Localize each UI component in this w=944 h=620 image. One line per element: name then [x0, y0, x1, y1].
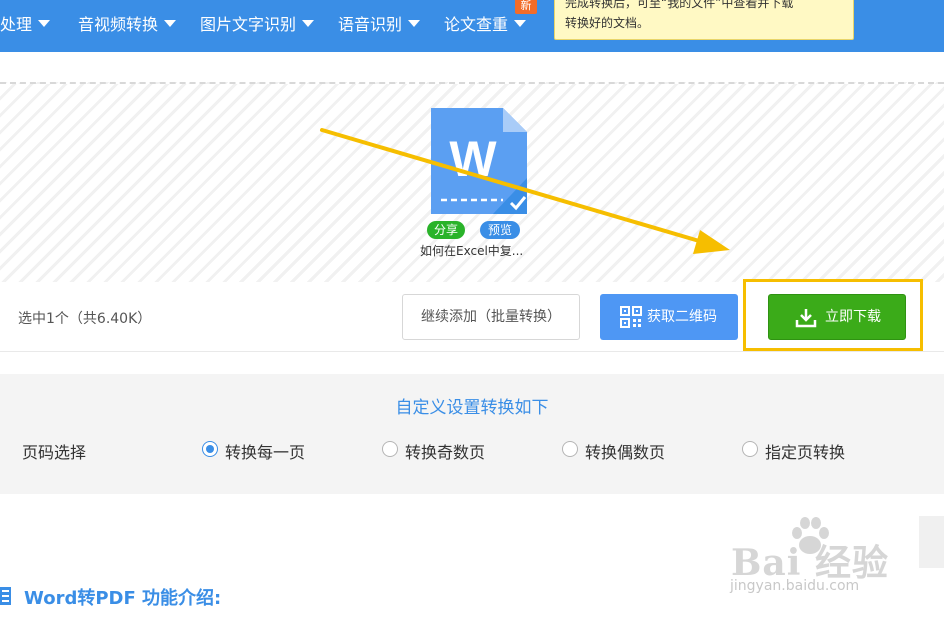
share-button[interactable]: 分享 — [427, 221, 465, 239]
conversion-settings: 自定义设置转换如下 页码选择 转换每一页 转换奇数页 转换偶数页 指定页转换 — [0, 374, 944, 494]
selected-count: 选中1个（共6.40K） — [18, 311, 152, 327]
nav-item-speech[interactable]: 语音识别 — [338, 0, 421, 52]
page: 处理 音视频转换 图片文字识别 语音识别 论文查重 新 完成转换后，可至“我的文… — [0, 0, 944, 620]
radio-label: 指定页转换 — [765, 443, 846, 462]
nav-item-image-ocr[interactable]: 图片文字识别 — [200, 0, 315, 52]
radio-unchecked-icon — [382, 441, 398, 457]
radio-checked-icon — [202, 441, 218, 457]
baidu-jingyan-watermark: Bai 经验 jingyan.baidu.com — [726, 512, 916, 604]
top-nav: 处理 音视频转换 图片文字识别 语音识别 论文查重 新 完成转换后，可至“我的文… — [0, 0, 944, 52]
settings-title: 自定义设置转换如下 — [395, 398, 549, 418]
chevron-down-icon — [302, 20, 315, 27]
preview-button[interactable]: 预览 — [480, 221, 520, 239]
chevron-down-icon — [514, 20, 527, 27]
radio-unchecked-icon — [562, 441, 578, 457]
watermark-url: jingyan.baidu.com — [730, 578, 860, 594]
radio-unchecked-icon — [742, 441, 758, 457]
download-icon — [795, 309, 817, 328]
new-badge: 新 — [515, 0, 537, 14]
chevron-down-icon — [408, 20, 421, 27]
nav-item-label: 音视频转换 — [78, 15, 159, 34]
download-now-button[interactable]: 立即下载 — [768, 294, 906, 340]
chevron-down-icon — [38, 20, 51, 27]
file-drop-zone[interactable]: W 分享 预览 如何在Excel中复... — [0, 82, 944, 282]
nav-item-processing[interactable]: 处理 — [0, 0, 51, 52]
qr-button-label: 获取二维码 — [647, 309, 717, 325]
conversion-tooltip: 完成转换后，可至“我的文件”中查看并下载 转换好的文档。 — [554, 0, 854, 40]
radio-label: 转换奇数页 — [405, 443, 486, 462]
radio-label: 转换每一页 — [225, 443, 306, 462]
nav-item-label: 论文查重 — [444, 15, 509, 34]
word-document-icon: W — [431, 108, 527, 214]
nav-item-label: 处理 — [0, 15, 33, 34]
intro-title: Word转PDF 功能介绍: — [24, 588, 222, 609]
get-qr-code-button[interactable]: 获取二维码 — [600, 294, 738, 340]
file-card[interactable]: W 分享 预览 如何在Excel中复... — [420, 104, 530, 264]
action-bar: 选中1个（共6.40K） 继续添加（批量转换） 获取二维码 立即下载 — [0, 279, 944, 352]
tooltip-line: 完成转换后，可至“我的文件”中查看并下载 — [565, 0, 794, 10]
nav-item-label: 语音识别 — [338, 15, 403, 34]
page-selection-label: 页码选择 — [22, 443, 87, 462]
qr-code-icon — [620, 306, 642, 328]
chevron-down-icon — [164, 20, 177, 27]
nav-item-plagiarism[interactable]: 论文查重 — [444, 0, 527, 52]
nav-item-audio-video[interactable]: 音视频转换 — [78, 0, 177, 52]
tooltip-line: 转换好的文档。 — [565, 16, 650, 30]
download-button-label: 立即下载 — [825, 309, 881, 325]
nav-item-label: 图片文字识别 — [200, 15, 297, 34]
word-letter: W — [449, 131, 497, 187]
file-name: 如何在Excel中复... — [420, 244, 524, 258]
document-list-icon — [0, 587, 11, 605]
floating-side-tab[interactable] — [919, 516, 944, 568]
radio-label: 转换偶数页 — [585, 443, 666, 462]
add-more-button[interactable]: 继续添加（批量转换） — [402, 294, 580, 340]
